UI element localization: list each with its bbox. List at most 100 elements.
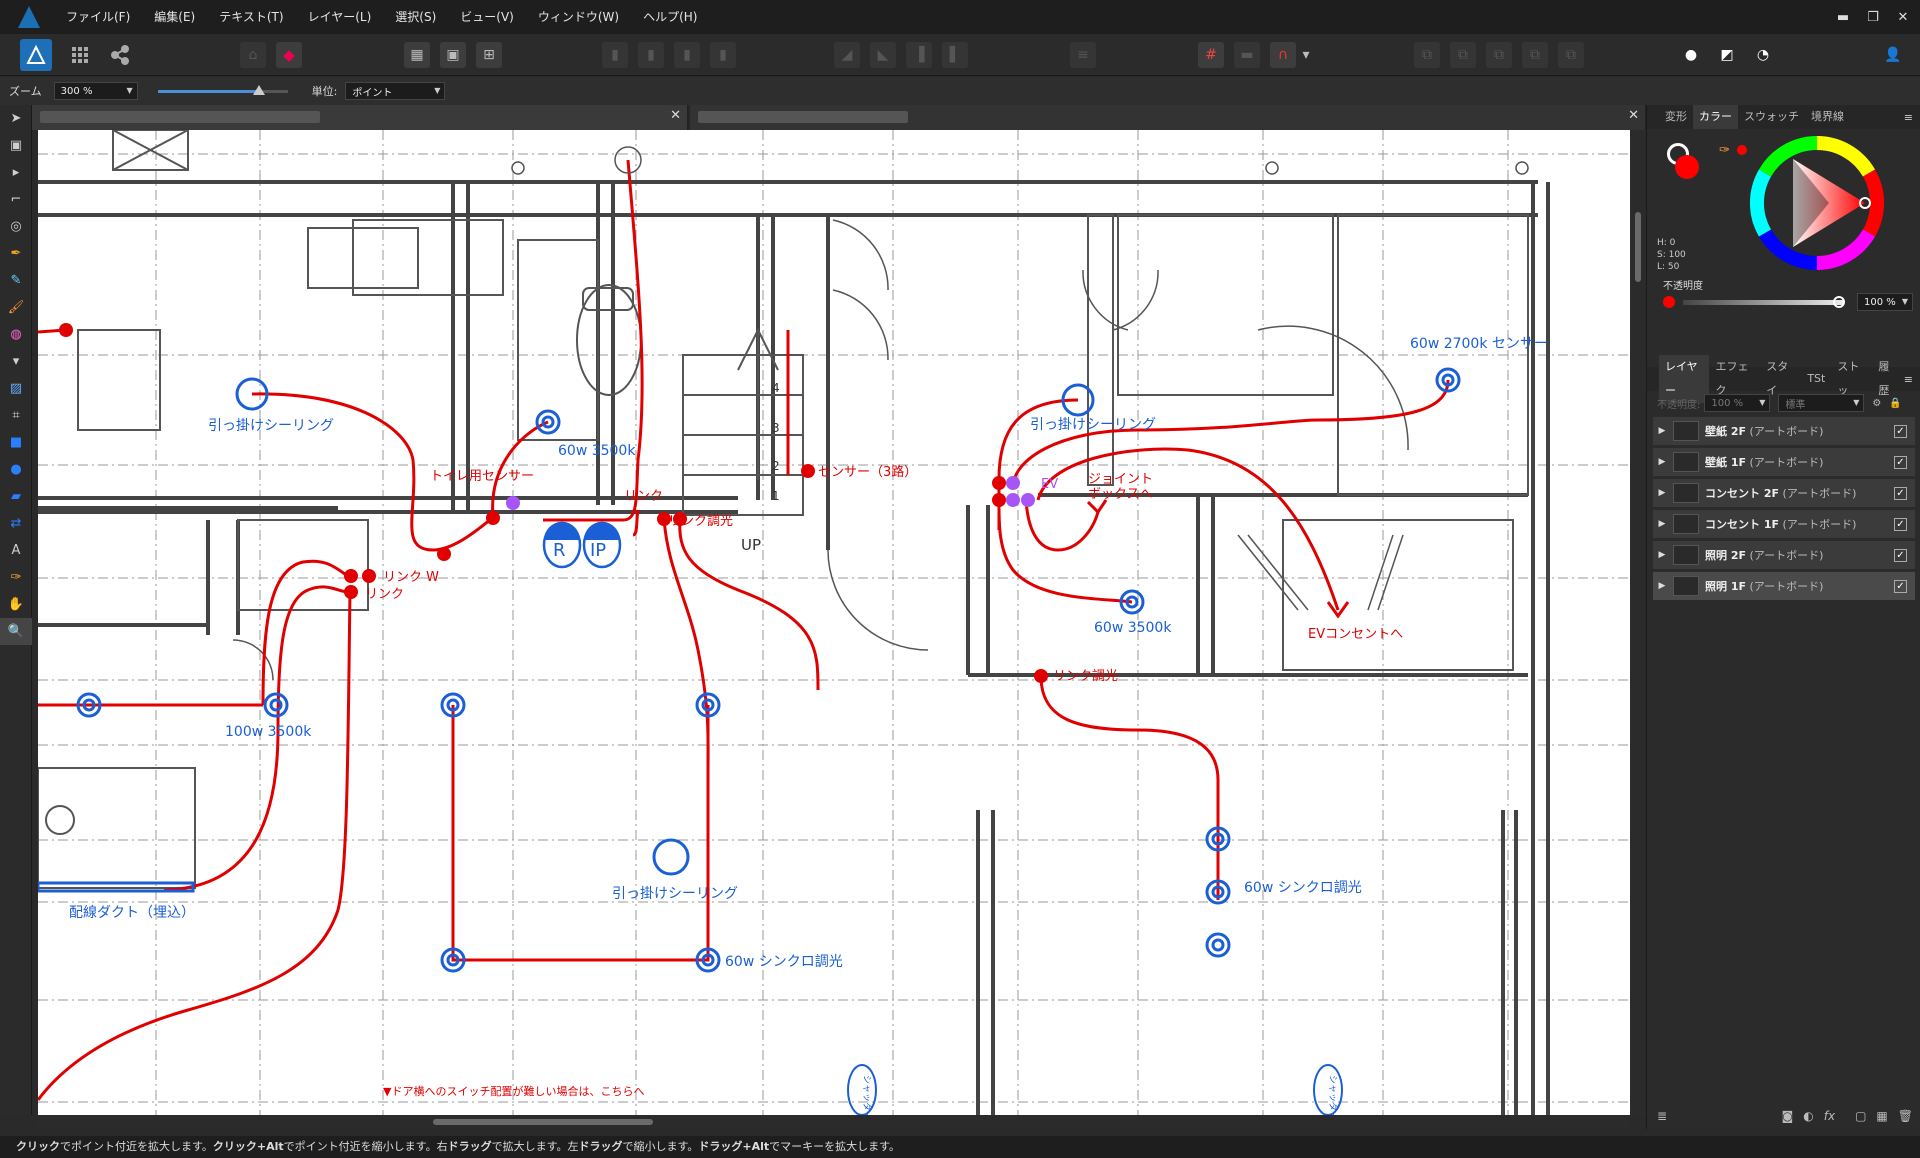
layer-visibility-checkbox[interactable]: ✓ <box>1894 549 1907 562</box>
snapping-magnet-icon[interactable]: ∩ <box>1270 42 1296 68</box>
ellipse-tool-icon[interactable]: ● <box>0 456 32 483</box>
home-icon[interactable]: ⌂ <box>240 42 266 68</box>
zoom-select[interactable]: 300 % ▼ <box>53 82 138 100</box>
fill-tool-icon[interactable]: ◍ <box>0 321 32 348</box>
boolean-xor-icon[interactable]: ⧉ <box>1522 42 1548 68</box>
boolean-divide-icon[interactable]: ⧉ <box>1558 42 1584 68</box>
horizontal-scrollbar[interactable] <box>38 1115 1630 1129</box>
boolean-intersect-icon[interactable]: ⧉ <box>1486 42 1512 68</box>
designer-persona-icon[interactable] <box>20 39 52 71</box>
place-image-icon[interactable]: ▨ <box>0 375 32 402</box>
layer-opacity-input[interactable]: 100 % ▼ <box>1704 394 1771 412</box>
expand-triangle-icon[interactable]: ▶ <box>1653 581 1671 591</box>
layer-row-selected[interactable]: ▶ 照明 1F (アートボード) ✓ <box>1653 572 1915 601</box>
layer-row[interactable]: ▶ 照明 2F (アートボード) ✓ <box>1653 541 1915 570</box>
opacity-slider[interactable] <box>1683 300 1843 305</box>
tab-swatches[interactable]: スウォッチ <box>1738 105 1805 129</box>
layer-visibility-checkbox[interactable]: ✓ <box>1894 456 1907 469</box>
arrange-front-icon[interactable]: ▮ <box>710 42 736 68</box>
arrange-backward-icon[interactable]: ▮ <box>638 42 664 68</box>
layer-visibility-checkbox[interactable]: ✓ <box>1894 425 1907 438</box>
vertical-scroll-thumb[interactable] <box>1635 212 1641 282</box>
tab-text-styles[interactable]: TSt <box>1801 367 1831 391</box>
layer-row[interactable]: ▶ コンセント 2F (アートボード) ✓ <box>1653 479 1915 508</box>
layer-visibility-checkbox[interactable]: ✓ <box>1894 487 1907 500</box>
close-icon[interactable]: ✕ <box>1888 0 1918 34</box>
node-tool-icon[interactable]: ▸ <box>0 159 32 186</box>
menu-help[interactable]: ヘルプ(H) <box>631 0 709 34</box>
rotate-left-icon[interactable]: ▐ <box>906 42 932 68</box>
document-tab-1[interactable]: ✕ <box>32 105 688 130</box>
move-tool-icon[interactable]: ➤ <box>0 105 32 132</box>
close-tab-icon[interactable]: ✕ <box>670 108 681 123</box>
opacity-slider-knob[interactable] <box>1833 296 1845 308</box>
artboard-tool-icon[interactable]: ▣ <box>0 132 32 159</box>
gear-icon[interactable]: ⚙ <box>1872 398 1881 409</box>
menu-text[interactable]: テキスト(T) <box>207 0 295 34</box>
crop-tool-icon[interactable]: ⌗ <box>0 402 32 429</box>
color-picker-icon[interactable]: ◆ <box>276 42 302 68</box>
rotate-right-icon[interactable]: ▌ <box>942 42 968 68</box>
insert-inside-icon[interactable]: ⊞ <box>476 42 502 68</box>
group-icon[interactable]: ▦ <box>1876 1109 1887 1123</box>
snapping-grid-icon[interactable]: # <box>1198 42 1224 68</box>
hand-tool-icon[interactable]: ✋ <box>0 591 32 618</box>
unit-select[interactable]: ポイント ▼ <box>345 82 446 100</box>
panel-menu-icon[interactable]: ≡ <box>1904 373 1913 386</box>
boolean-subtract-icon[interactable]: ⧉ <box>1450 42 1476 68</box>
adjustment-icon[interactable]: ◐ <box>1803 1109 1813 1123</box>
vertical-scrollbar[interactable] <box>1630 130 1646 1115</box>
zoom-slider-knob[interactable] <box>253 84 266 95</box>
vector-crop-icon[interactable]: ⇄ <box>0 510 32 537</box>
expand-triangle-icon[interactable]: ▶ <box>1653 457 1671 467</box>
fx-icon[interactable]: fx <box>1824 1109 1835 1123</box>
eyedropper-icon[interactable]: ✑ <box>1719 143 1730 158</box>
menu-layer[interactable]: レイヤー(L) <box>296 0 384 34</box>
canvas[interactable]: 4 3 2 1 UP R IP シャッター シャッター 引っ掛けシーリング 60… <box>38 130 1630 1115</box>
layer-visibility-checkbox[interactable]: ✓ <box>1894 580 1907 593</box>
expand-triangle-icon[interactable]: ▶ <box>1653 488 1671 498</box>
current-color-swatch[interactable] <box>1675 155 1699 179</box>
document-tab-2[interactable]: ✕ <box>690 105 1646 130</box>
mask-icon[interactable]: ◙ <box>1782 1109 1794 1123</box>
close-tab-icon[interactable]: ✕ <box>1628 108 1639 123</box>
align-icon[interactable]: ≡ <box>1070 42 1096 68</box>
view-mode-icon[interactable]: ◔ <box>1750 42 1776 68</box>
snapping-options-icon[interactable]: ▬ <box>1234 42 1260 68</box>
new-layer-icon[interactable]: ▢ <box>1855 1109 1866 1123</box>
account-icon[interactable]: 👤 <box>1880 42 1906 68</box>
zoom-slider[interactable] <box>157 84 288 95</box>
minimize-icon[interactable]: ▬ <box>1828 0 1858 34</box>
menu-view[interactable]: ビュー(V) <box>448 0 526 34</box>
menu-window[interactable]: ウィンドウ(W) <box>526 0 631 34</box>
corner-tool-icon[interactable]: ⌐ <box>0 186 32 213</box>
point-transform-icon[interactable]: ◎ <box>0 213 32 240</box>
transparency-tool-icon[interactable]: ▾ <box>0 348 32 375</box>
flip-v-icon[interactable]: ◣ <box>870 42 896 68</box>
expand-triangle-icon[interactable]: ▶ <box>1653 426 1671 436</box>
arrange-back-icon[interactable]: ▮ <box>602 42 628 68</box>
zoom-tool-icon[interactable]: 🔍 <box>0 618 32 645</box>
pen-tool-icon[interactable]: ✒ <box>0 240 32 267</box>
text-tool-icon[interactable]: A <box>0 537 32 564</box>
menu-select[interactable]: 選択(S) <box>383 0 448 34</box>
tab-stroke[interactable]: 境界線 <box>1805 105 1850 129</box>
layer-visibility-checkbox[interactable]: ✓ <box>1894 518 1907 531</box>
boolean-add-icon[interactable]: ⧉ <box>1414 42 1440 68</box>
eyedropper-icon[interactable]: ✑ <box>0 564 32 591</box>
menu-file[interactable]: ファイル(F) <box>54 0 142 34</box>
tab-transform[interactable]: 変形 <box>1659 105 1693 129</box>
opacity-input[interactable]: 100 % ▼ <box>1857 293 1913 311</box>
expand-triangle-icon[interactable]: ▶ <box>1653 550 1671 560</box>
layer-row[interactable]: ▶ 壁紙 2F (アートボード) ✓ <box>1653 417 1915 446</box>
lock-icon[interactable]: 🔒 <box>1889 398 1901 409</box>
assistant-icon[interactable]: ● <box>1678 42 1704 68</box>
restore-icon[interactable]: ❐ <box>1858 0 1888 34</box>
flip-h-icon[interactable]: ◢ <box>834 42 860 68</box>
rounded-rect-icon[interactable]: ▰ <box>0 483 32 510</box>
layers-stack-icon[interactable]: ≣ <box>1657 1109 1667 1123</box>
snapping-dropdown-icon[interactable]: ▾ <box>1300 42 1312 68</box>
vector-brush-icon[interactable]: 🖌 <box>0 294 32 321</box>
horizontal-scroll-thumb[interactable] <box>433 1119 653 1125</box>
preferences-icon[interactable]: ◩ <box>1714 42 1740 68</box>
